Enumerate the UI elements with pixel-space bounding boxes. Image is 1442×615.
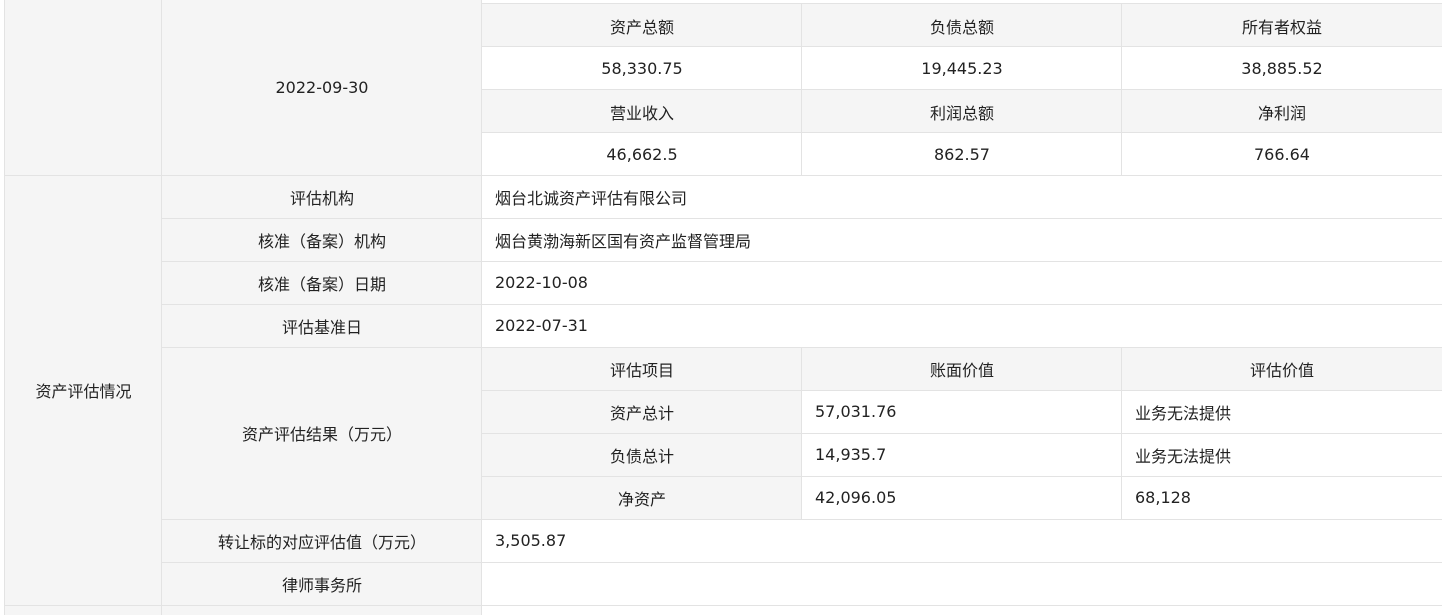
approval-date-value: 2022-10-08: [495, 273, 588, 292]
row-divider: [482, 46, 1442, 47]
column-divider: [481, 0, 482, 615]
row-divider: [482, 89, 1442, 90]
agency-label: 评估机构: [162, 175, 482, 218]
result-row-book-value: 42,096.05: [815, 488, 897, 507]
value-owner-equity: 38,885.52: [1241, 59, 1323, 78]
row-divider: [162, 218, 1442, 219]
header-net-profit: 净利润: [1122, 90, 1442, 133]
value-net-profit: 766.64: [1254, 144, 1310, 164]
header-owner-equity: 所有者权益: [1122, 4, 1442, 47]
law-firm-label: 律师事务所: [162, 562, 482, 605]
value-total-liabilities: 19,445.23: [921, 59, 1003, 78]
target-value-label: 转让标的对应评估值（万元）: [162, 519, 482, 562]
row-divider: [482, 433, 1442, 434]
result-header-book-value: 账面价值: [802, 347, 1122, 390]
row-divider: [482, 476, 1442, 477]
row-divider: [482, 390, 1442, 391]
result-header-item: 评估项目: [482, 347, 802, 390]
agency-value: 烟台北诚资产评估有限公司: [495, 188, 688, 208]
asset-info-table: 2022-09-30 资产总额 负债总额 所有者权益 58,330.75 19,…: [0, 0, 1442, 615]
result-header-appraised-value: 评估价值: [1122, 347, 1442, 390]
row-divider: [482, 3, 1442, 4]
result-row-appraised-value: 业务无法提供: [1135, 446, 1232, 466]
approval-org-label: 核准（备案）机构: [162, 218, 482, 261]
approval-org-value: 烟台黄渤海新区国有资产监督管理局: [495, 231, 752, 251]
row-divider: [162, 519, 1442, 520]
valuation-result-label: 资产评估结果（万元）: [162, 347, 482, 519]
table-border-left: [4, 0, 5, 615]
header-total-assets: 资产总额: [482, 4, 802, 47]
result-row-book-value: 14,935.7: [815, 445, 887, 464]
row-divider: [482, 132, 1442, 133]
value-total-profit: 862.57: [934, 144, 990, 164]
row-divider: [4, 175, 1442, 176]
column-divider: [161, 0, 162, 615]
row-divider: [162, 261, 1442, 262]
next-row-label-cell: [5, 605, 482, 615]
row-divider: [4, 605, 1442, 606]
base-date-label: 评估基准日: [162, 304, 482, 347]
result-row-item: 净资产: [482, 476, 802, 519]
financial-date: 2022-09-30: [162, 0, 482, 175]
result-row-book-value: 57,031.76: [815, 402, 897, 421]
value-total-assets: 58,330.75: [601, 59, 683, 78]
law-firm-value: [482, 562, 1442, 605]
header-revenue: 营业收入: [482, 90, 802, 133]
base-date-value: 2022-07-31: [495, 316, 588, 335]
target-value: 3,505.87: [495, 531, 567, 550]
result-row-item: 负债总计: [482, 433, 802, 476]
result-row-appraised-value: 业务无法提供: [1135, 403, 1232, 423]
approval-date-label: 核准（备案）日期: [162, 261, 482, 304]
financial-section-label-cell: [5, 0, 162, 175]
row-divider: [162, 304, 1442, 305]
header-total-liabilities: 负债总额: [802, 4, 1122, 47]
row-divider: [162, 562, 1442, 563]
value-revenue: 46,662.5: [606, 144, 678, 164]
header-total-profit: 利润总额: [802, 90, 1122, 133]
result-row-item: 资产总计: [482, 390, 802, 433]
valuation-section-label: 资产评估情况: [5, 175, 162, 605]
result-row-appraised-value: 68,128: [1135, 488, 1191, 507]
row-divider: [162, 347, 1442, 348]
